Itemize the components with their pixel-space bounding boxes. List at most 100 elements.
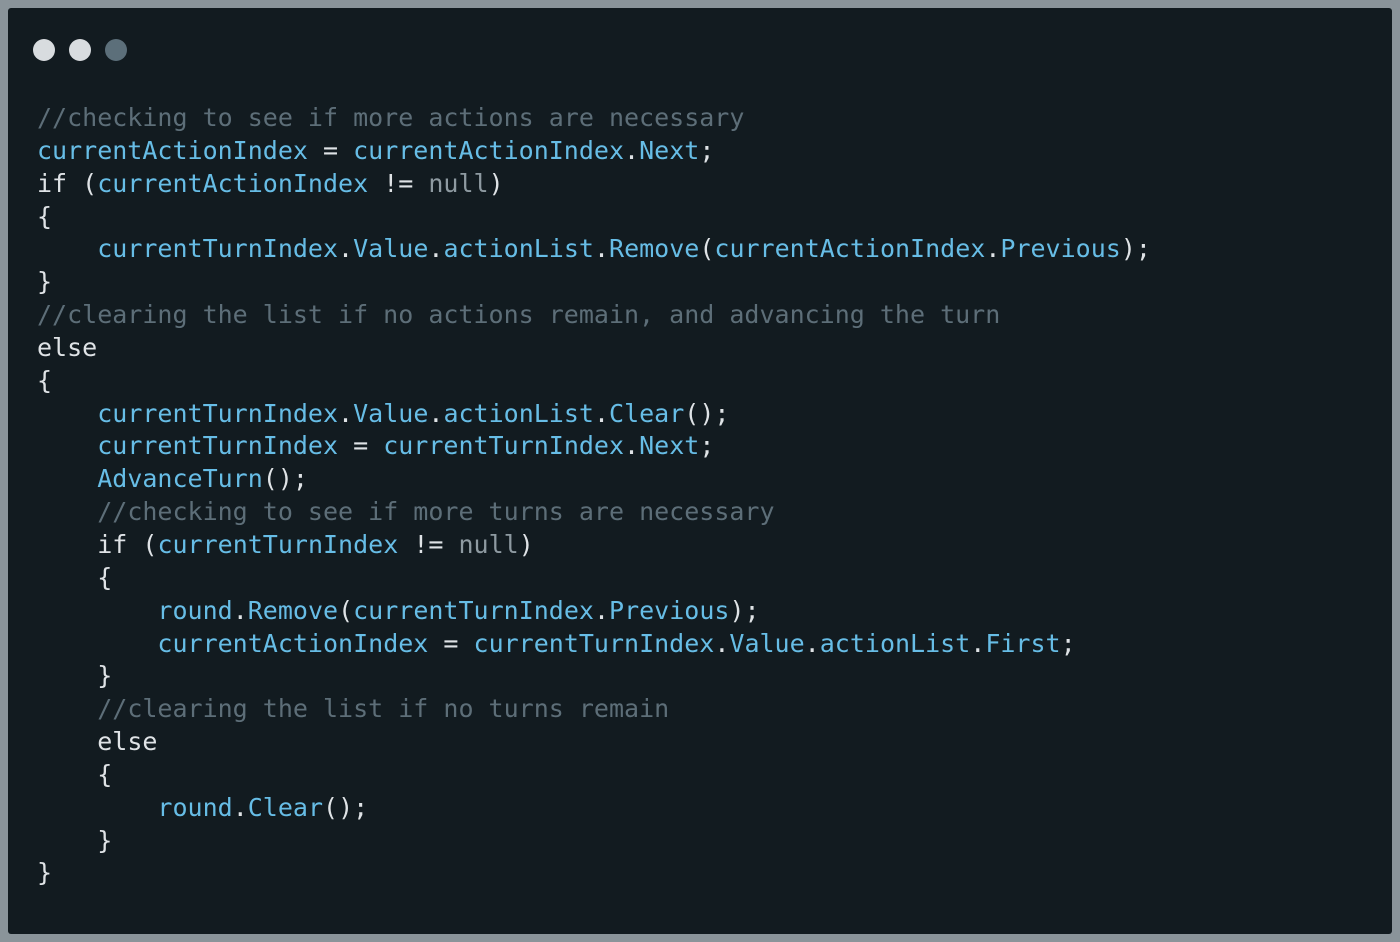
code-token-punctuation: }: [97, 825, 113, 855]
code-token-identifier: currentTurnIndex: [97, 234, 339, 264]
code-token-punctuation: !=: [398, 529, 459, 559]
code-token-punctuation: .: [232, 792, 248, 822]
code-token-punctuation: ): [488, 168, 504, 198]
code-token-identifier: currentActionIndex: [97, 168, 369, 198]
code-token-punctuation: =: [428, 628, 474, 658]
code-token-identifier: actionList: [443, 234, 594, 264]
code-token-punctuation: .: [985, 234, 1001, 264]
code-token-punctuation: ();: [684, 398, 730, 428]
code-token-punctuation: .: [338, 398, 354, 428]
code-token-indent: [37, 661, 97, 690]
code-token-identifier: Clear: [247, 792, 324, 822]
code-line: //clearing the list if no turns remain: [37, 693, 1151, 726]
code-token-punctuation: .: [970, 628, 986, 658]
close-dot-icon[interactable]: [33, 39, 55, 61]
code-line: currentActionIndex = currentTurnIndex.Va…: [37, 628, 1151, 661]
code-token-identifier: Next: [639, 135, 700, 165]
code-line: }: [37, 825, 1151, 858]
code-token-punctuation: );: [729, 595, 760, 625]
code-token-keyword: if: [97, 529, 128, 559]
code-token-identifier: Next: [639, 431, 700, 461]
code-token-keyword: if: [37, 168, 68, 198]
code-token-indent: [37, 629, 157, 658]
code-token-indent: [37, 399, 97, 428]
code-token-punctuation: ;: [699, 135, 715, 165]
code-token-keyword: else: [37, 332, 98, 362]
code-line: }: [37, 857, 1151, 890]
code-token-comment: //clearing the list if no turns remain: [97, 694, 670, 724]
code-token-punctuation: .: [593, 234, 610, 264]
code-token-indent: [37, 793, 157, 822]
code-token-punctuation: (: [67, 168, 98, 198]
code-token-indent: [37, 760, 97, 789]
minimize-dot-icon[interactable]: [69, 39, 91, 61]
code-token-indent: [37, 530, 97, 559]
code-line: if (currentTurnIndex != null): [37, 529, 1151, 562]
code-line: round.Remove(currentTurnIndex.Previous);: [37, 595, 1151, 628]
code-token-null-literal: null: [458, 529, 519, 559]
code-token-punctuation: }: [37, 267, 53, 297]
code-token-identifier: currentActionIndex: [157, 628, 429, 658]
code-token-punctuation: .: [714, 628, 730, 658]
code-token-identifier: round: [157, 595, 233, 625]
maximize-dot-icon[interactable]: [105, 39, 127, 61]
code-token-punctuation: !=: [368, 168, 429, 198]
code-token-indent: [37, 431, 97, 460]
code-line: if (currentActionIndex != null): [37, 168, 1151, 201]
code-line: else: [37, 332, 1151, 365]
code-line: AdvanceTurn();: [37, 463, 1151, 496]
code-token-indent: [37, 234, 97, 263]
code-token-indent: [37, 464, 97, 493]
code-token-identifier: First: [985, 628, 1061, 658]
code-token-identifier: Value: [729, 628, 805, 658]
code-token-keyword: else: [97, 727, 158, 757]
code-token-identifier: round: [157, 792, 233, 822]
code-token-indent: [37, 727, 97, 756]
code-token-identifier: currentActionIndex: [353, 135, 625, 165]
code-token-null-literal: null: [428, 168, 489, 198]
code-token-comment: //clearing the list if no actions remain…: [37, 300, 1001, 330]
code-token-punctuation: .: [593, 595, 610, 625]
code-token-identifier: actionList: [443, 398, 594, 428]
code-token-punctuation: {: [97, 759, 113, 789]
code-token-punctuation: .: [232, 595, 248, 625]
code-line: currentTurnIndex.Value.actionList.Remove…: [37, 233, 1151, 266]
code-token-punctuation: );: [1120, 234, 1151, 264]
code-token-punctuation: ;: [699, 431, 715, 461]
code-line: {: [37, 201, 1151, 234]
code-token-punctuation: .: [593, 398, 610, 428]
code-token-punctuation: =: [338, 431, 384, 461]
code-token-identifier: Remove: [609, 234, 700, 264]
code-token-comment: //checking to see if more turns are nece…: [97, 497, 775, 527]
code-token-punctuation: .: [624, 135, 640, 165]
code-token-identifier: Remove: [247, 595, 339, 625]
code-token-identifier: Value: [353, 398, 429, 428]
code-token-punctuation: ();: [262, 464, 308, 494]
code-token-identifier: currentTurnIndex: [473, 628, 715, 658]
code-token-punctuation: }: [97, 661, 113, 691]
code-token-punctuation: {: [37, 365, 53, 395]
code-token-punctuation: (: [699, 234, 715, 264]
code-line: }: [37, 266, 1151, 299]
code-window: //checking to see if more actions are ne…: [8, 8, 1392, 934]
code-line: currentTurnIndex = currentTurnIndex.Next…: [37, 430, 1151, 463]
code-line: {: [37, 365, 1151, 398]
code-token-indent: [37, 596, 157, 625]
code-line: {: [37, 759, 1151, 792]
code-token-identifier: currentTurnIndex: [383, 431, 625, 461]
code-line: currentActionIndex = currentActionIndex.…: [37, 135, 1151, 168]
code-line: }: [37, 660, 1151, 693]
code-token-identifier: currentTurnIndex: [157, 529, 399, 559]
code-block[interactable]: //checking to see if more actions are ne…: [37, 102, 1151, 890]
code-line: {: [37, 562, 1151, 595]
code-token-indent: [37, 694, 97, 723]
code-token-punctuation: (: [338, 595, 354, 625]
code-token-punctuation: =: [307, 135, 354, 165]
code-token-indent: [37, 497, 97, 526]
code-line: round.Clear();: [37, 792, 1151, 825]
code-line: //checking to see if more turns are nece…: [37, 496, 1151, 529]
code-token-identifier: Value: [353, 234, 429, 264]
code-token-identifier: Previous: [1000, 234, 1121, 264]
code-line: currentTurnIndex.Value.actionList.Clear(…: [37, 398, 1151, 431]
code-token-identifier: currentActionIndex: [37, 135, 308, 165]
